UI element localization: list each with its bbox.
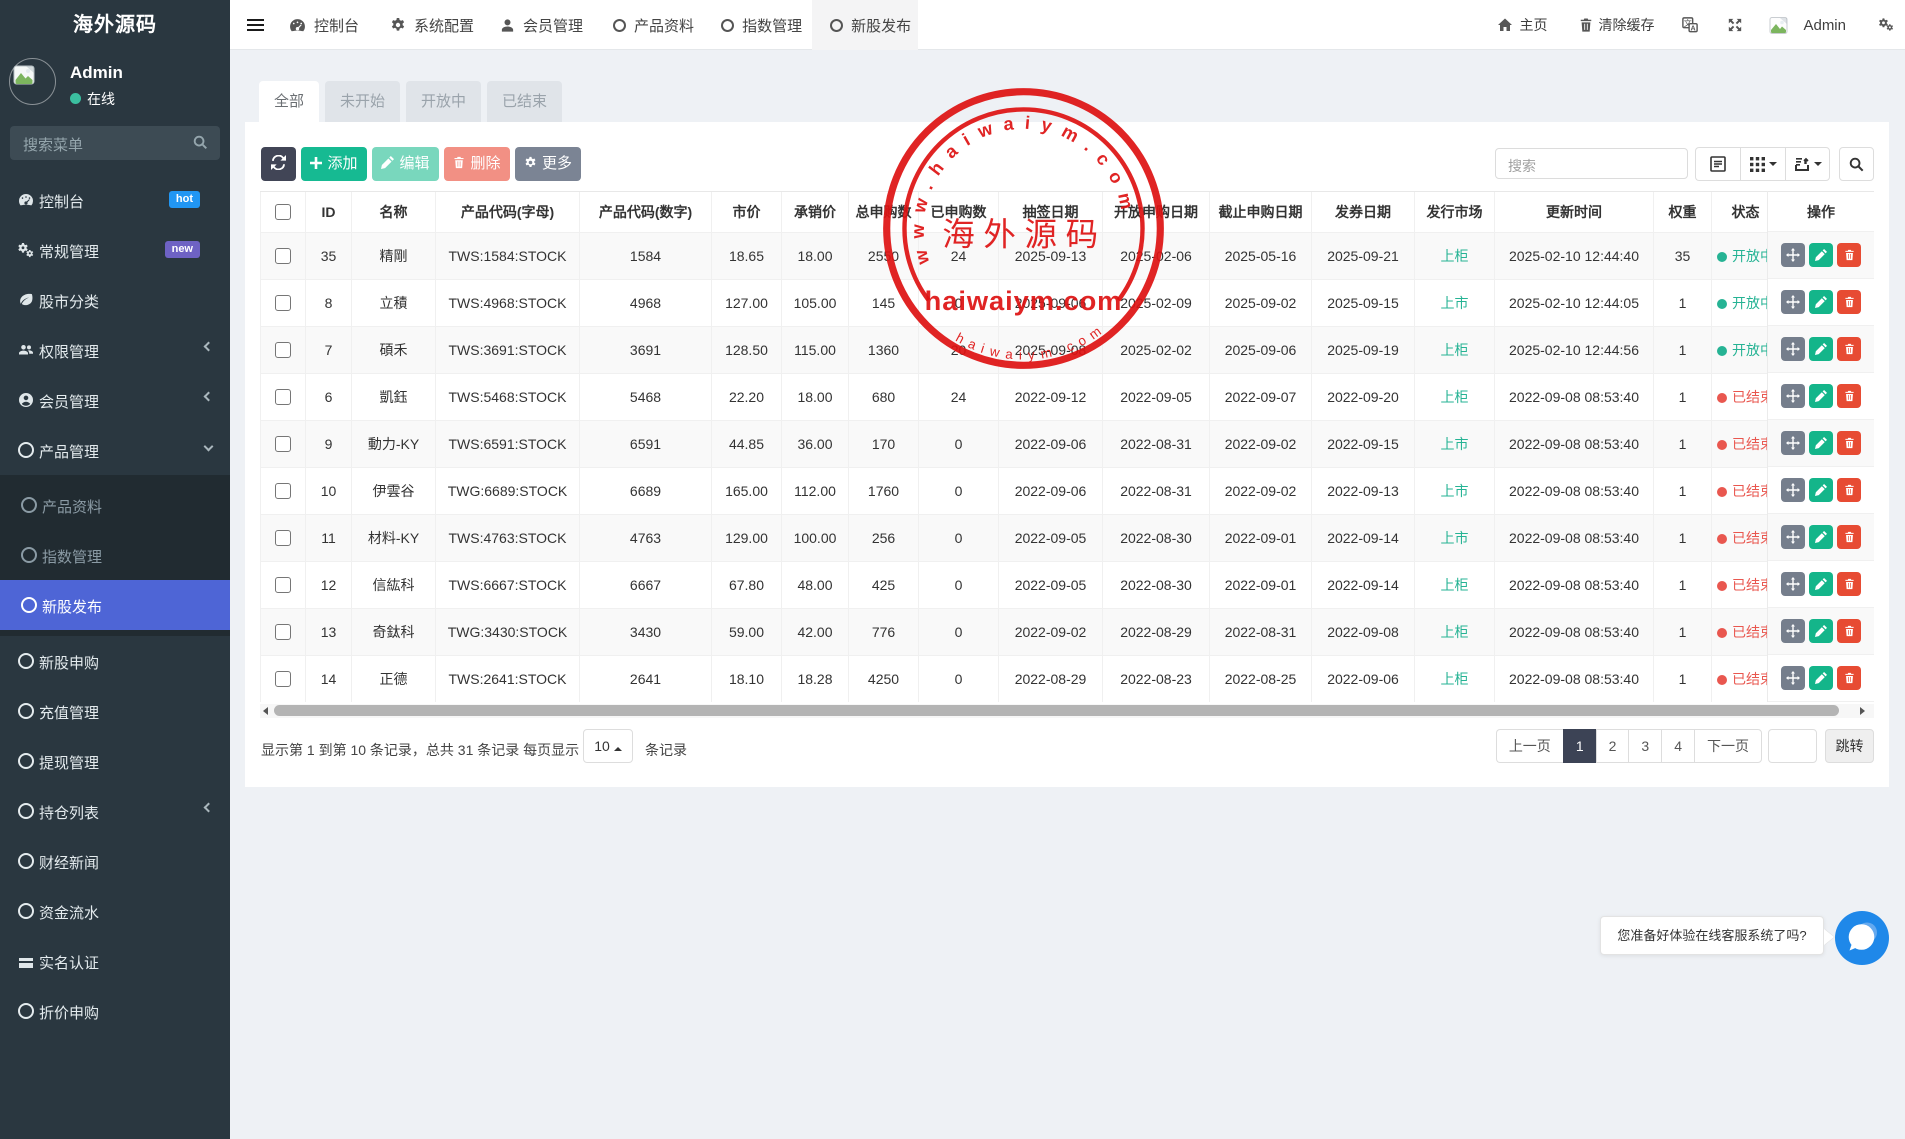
- svg-text:haiwaiym.com: haiwaiym.com: [925, 285, 1123, 316]
- svg-text:海外源码: 海外源码: [942, 217, 1107, 254]
- svg-text:A: A: [1691, 24, 1696, 32]
